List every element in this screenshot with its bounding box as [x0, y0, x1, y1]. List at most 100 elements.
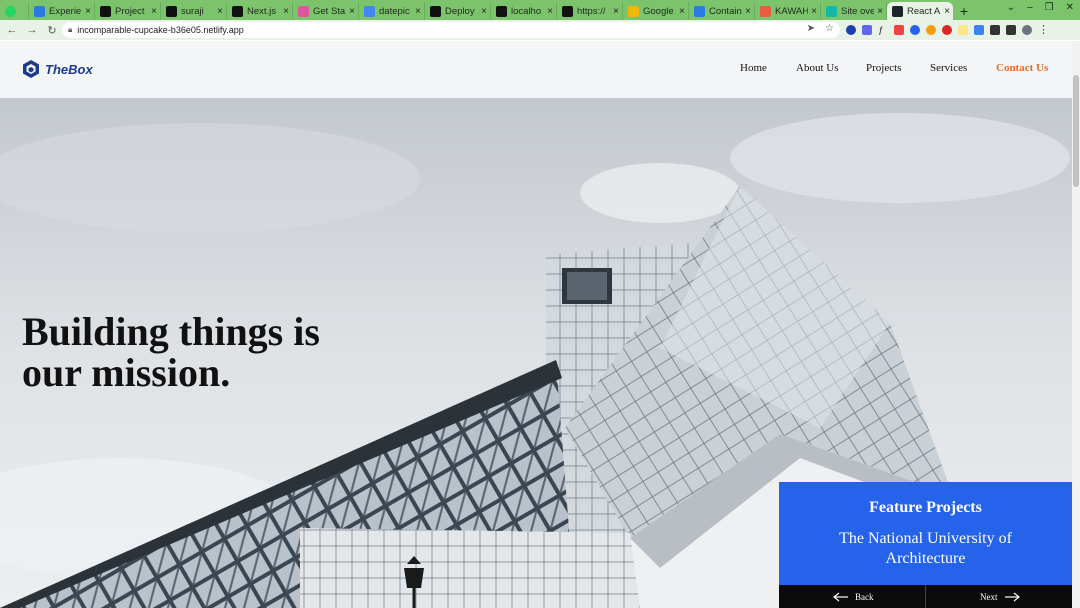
- extension-icon[interactable]: [862, 24, 872, 35]
- side-panel-icon[interactable]: [1006, 24, 1016, 35]
- browser-tab[interactable]: datepic ×: [359, 2, 425, 20]
- url-text: incomparable-cupcake-b36e05.netlify.app: [77, 25, 244, 35]
- tab-favicon-icon: [496, 5, 507, 17]
- browser-tab[interactable]: Contain ×: [689, 2, 755, 20]
- tab-close-icon[interactable]: ×: [676, 6, 688, 17]
- tab-favicon-icon: [166, 5, 177, 17]
- tab-close-icon[interactable]: ×: [346, 6, 358, 17]
- tab-title: Contain: [709, 5, 742, 17]
- address-bar[interactable]: 🔒︎ incomparable-cupcake-b36e05.netlify.a…: [62, 22, 840, 38]
- brand-name: TheBox: [45, 61, 93, 77]
- lock-icon: 🔒︎: [68, 25, 73, 34]
- browser-tab[interactable]: KAWAH ×: [755, 2, 821, 20]
- profile-avatar[interactable]: [1022, 24, 1032, 35]
- tab-favicon-icon: [892, 5, 903, 17]
- extensions-puzzle-icon[interactable]: [990, 24, 1000, 35]
- browser-tab[interactable]: Google ×: [623, 2, 689, 20]
- tab-title: Next.js: [247, 5, 277, 17]
- tab-close-icon[interactable]: ×: [874, 6, 886, 17]
- extension-icon[interactable]: [958, 24, 968, 35]
- tab-favicon-icon: [694, 5, 705, 17]
- tab-title: localho: [511, 5, 542, 17]
- back-arrow-icon[interactable]: ←: [4, 24, 20, 36]
- tab-favicon-icon: [100, 5, 111, 17]
- next-label: Next: [980, 591, 998, 602]
- extension-icon[interactable]: [910, 24, 920, 35]
- browser-tab[interactable]: [0, 2, 29, 20]
- tab-favicon-icon: [430, 5, 441, 17]
- browser-tab[interactable]: Next.js ×: [227, 2, 293, 20]
- tab-title: datepic: [379, 5, 410, 17]
- feature-projects-panel: Feature Projects The National University…: [779, 482, 1072, 585]
- tab-title: Project: [115, 5, 145, 17]
- tab-title: Site ove: [841, 5, 874, 17]
- minimize-icon[interactable]: –: [1027, 2, 1033, 13]
- arrow-left-icon: [833, 592, 848, 601]
- browser-menu-icon[interactable]: ⋮: [1038, 23, 1049, 36]
- browser-tab[interactable]: Project ×: [95, 2, 161, 20]
- tab-close-icon[interactable]: ×: [280, 6, 292, 17]
- forward-arrow-icon[interactable]: →: [24, 24, 40, 36]
- browser-tab[interactable]: suraji ×: [161, 2, 227, 20]
- window-controls: ⌄ – ❐ ✕: [1007, 2, 1074, 13]
- tab-title: Deploy: [445, 5, 475, 17]
- tab-title: https://: [577, 5, 606, 17]
- tab-close-icon[interactable]: ×: [148, 6, 160, 17]
- extension-icon[interactable]: [974, 24, 984, 35]
- tab-favicon-icon: [34, 5, 45, 17]
- tab-favicon-icon: [298, 5, 309, 17]
- scrollbar-thumb[interactable]: [1073, 75, 1079, 187]
- tab-close-icon[interactable]: ×: [742, 6, 754, 17]
- tab-favicon-icon: [826, 5, 837, 17]
- feature-slider-nav: Back Next: [779, 585, 1072, 608]
- back-label: Back: [855, 591, 874, 602]
- tab-favicon-icon: [232, 5, 243, 17]
- next-button[interactable]: Next: [980, 585, 1020, 608]
- tab-search-icon[interactable]: ⌄: [1007, 2, 1015, 13]
- nav-services[interactable]: Services: [930, 62, 967, 74]
- tab-title: Google: [643, 5, 674, 17]
- browser-toolbar: ← → ↻ 🔒︎ incomparable-cupcake-b36e05.net…: [0, 20, 1080, 40]
- extension-icon[interactable]: [942, 24, 952, 35]
- back-button[interactable]: Back: [833, 585, 874, 608]
- cube-logo-icon: [23, 60, 39, 78]
- tab-title: KAWAH: [775, 5, 808, 17]
- browser-tab[interactable]: Experie ×: [29, 2, 95, 20]
- page-scrollbar[interactable]: [1072, 41, 1080, 608]
- extension-icon[interactable]: [894, 24, 904, 35]
- tab-close-icon[interactable]: ×: [544, 6, 556, 17]
- nav-projects[interactable]: Projects: [866, 62, 901, 74]
- arrow-right-icon: [1004, 592, 1020, 601]
- tab-close-icon[interactable]: ×: [82, 6, 94, 17]
- tab-title: React A: [907, 5, 941, 17]
- browser-tab[interactable]: localho ×: [491, 2, 557, 20]
- extension-icon[interactable]: [846, 24, 856, 35]
- logo[interactable]: TheBox: [22, 59, 93, 79]
- tab-close-icon[interactable]: ×: [478, 6, 490, 17]
- tab-close-icon[interactable]: ×: [412, 6, 424, 17]
- restore-icon[interactable]: ❐: [1045, 2, 1054, 13]
- tab-close-icon[interactable]: ×: [214, 6, 226, 17]
- close-window-icon[interactable]: ✕: [1066, 2, 1074, 13]
- tab-favicon-icon: [760, 5, 771, 17]
- bookmark-star-icon[interactable]: ☆: [825, 23, 834, 34]
- browser-tab[interactable]: Deploy ×: [425, 2, 491, 20]
- reload-icon[interactable]: ↻: [44, 24, 60, 37]
- new-tab-button[interactable]: +: [953, 2, 975, 20]
- send-icon[interactable]: ➤: [807, 23, 815, 34]
- feature-project-name: The National University of Architecture: [839, 530, 1012, 567]
- tab-title: Get Sta: [313, 5, 346, 17]
- tab-close-icon[interactable]: ×: [808, 6, 820, 17]
- extension-icon[interactable]: [926, 24, 936, 35]
- tab-close-icon[interactable]: ×: [610, 6, 622, 17]
- nav-about-us[interactable]: About Us: [796, 62, 838, 74]
- browser-tab[interactable]: Get Sta ×: [293, 2, 359, 20]
- browser-tab[interactable]: Site ove ×: [821, 2, 887, 20]
- browser-tab[interactable]: React A ×: [887, 2, 953, 20]
- tab-close-icon[interactable]: ×: [941, 6, 953, 17]
- tab-title: suraji: [181, 5, 204, 17]
- nav-home[interactable]: Home: [740, 62, 767, 74]
- browser-tab[interactable]: https:// ×: [557, 2, 623, 20]
- nav-contact-us[interactable]: Contact Us: [996, 62, 1048, 74]
- extension-icon[interactable]: ƒ: [878, 25, 888, 35]
